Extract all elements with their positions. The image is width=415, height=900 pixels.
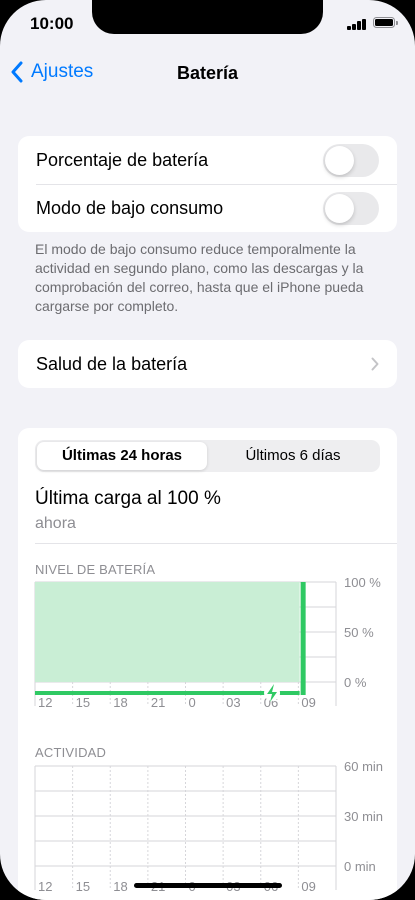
x-tick-label: 18 (113, 695, 127, 710)
battery-status-icon (373, 17, 398, 28)
battery-health-group: Salud de la batería (18, 340, 397, 388)
x-tick-label: 09 (301, 695, 315, 710)
low-power-mode-toggle[interactable] (323, 192, 379, 225)
home-indicator[interactable] (134, 883, 282, 888)
y-tick-label: 100 % (344, 575, 381, 590)
x-tick-label: 03 (226, 695, 240, 710)
battery-usage-card: Últimas 24 horas Últimos 6 días Última c… (18, 428, 397, 900)
battery-level-area (35, 582, 300, 682)
page-title: Batería (176, 63, 239, 83)
y-tick-label: 30 min (344, 809, 383, 824)
battery-percentage-label: Porcentaje de batería (36, 149, 209, 170)
battery-percentage-row: Porcentaje de batería (18, 136, 397, 184)
cellular-signal-icon (347, 17, 367, 30)
y-tick-label: 0 % (344, 675, 367, 690)
battery-percentage-toggle[interactable] (323, 144, 379, 177)
status-time: 10:00 (30, 14, 74, 33)
low-power-mode-label: Modo de bajo consumo (36, 197, 224, 218)
y-tick-label: 60 min (344, 759, 383, 774)
x-tick-label: 15 (76, 879, 90, 894)
x-tick-label: 12 (38, 879, 52, 894)
chevron-right-icon (371, 357, 379, 371)
notch (92, 0, 323, 34)
battery-level-bar (300, 582, 306, 695)
y-tick-label: 0 min (344, 859, 376, 874)
x-tick-label: 15 (76, 695, 90, 710)
low-power-footnote: El modo de bajo consumo reduce temporalm… (35, 241, 364, 314)
battery-health-label: Salud de la batería (36, 353, 188, 374)
x-tick-label: 21 (151, 695, 165, 710)
low-power-mode-row: Modo de bajo consumo (18, 184, 397, 232)
battery-health-row[interactable]: Salud de la batería (18, 340, 397, 388)
x-tick-label: 09 (301, 879, 315, 894)
battery-level-chart: 100 %50 %0 %12 15 18 21 0 03 06 0960 min30 min0… (34, 575, 383, 900)
x-tick-label: 18 (113, 879, 127, 894)
battery-settings-group: Porcentaje de batería Modo de bajo consu… (18, 136, 397, 232)
screen: 10:00 Ajustes Batería Porcentaje de bate… (0, 0, 415, 900)
x-tick-label: 0 (189, 695, 196, 710)
y-tick-label: 50 % (344, 625, 374, 640)
x-tick-label: 12 (38, 695, 52, 710)
